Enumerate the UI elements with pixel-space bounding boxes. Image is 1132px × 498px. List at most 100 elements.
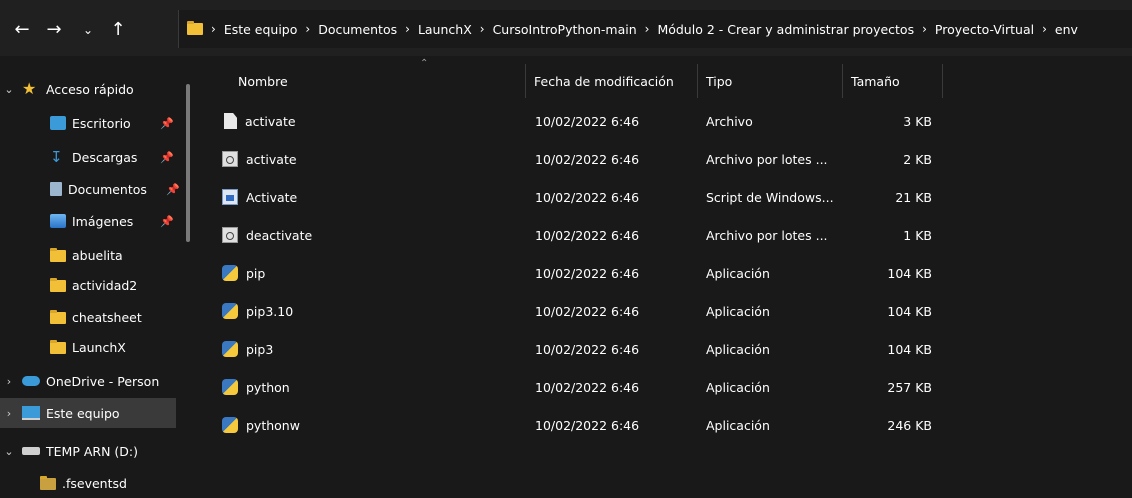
column-label: Tipo	[706, 73, 733, 89]
breadcrumb-item[interactable]: Módulo 2 - Crear y administrar proyectos	[657, 22, 914, 37]
sidebar-item-temp-arn[interactable]: ⌄ TEMP ARN (D:)	[0, 436, 186, 466]
sidebar-item-launchx[interactable]: LaunchX	[0, 332, 186, 362]
table-row[interactable]: pip3 10/02/2022 6:46 Aplicación 104 KB	[200, 330, 1132, 368]
sidebar-item-onedrive[interactable]: › OneDrive - Person	[0, 366, 186, 396]
file-name: pip3.10	[246, 303, 294, 319]
modified-cell: 10/02/2022 6:46	[535, 417, 640, 433]
modified-cell: 10/02/2022 6:46	[535, 379, 640, 395]
chevron-right-icon: ›	[305, 22, 311, 36]
folder-icon	[50, 248, 66, 262]
sidebar-item-este-equipo[interactable]: › Este equipo	[0, 398, 176, 428]
pin-icon: 📌	[166, 182, 180, 196]
sidebar-item-fseventsd[interactable]: .fseventsd	[0, 468, 186, 498]
table-row[interactable]: pythonw 10/02/2022 6:46 Aplicación 246 K…	[200, 406, 1132, 444]
file-name-cell: pip3.10	[222, 292, 293, 330]
table-row[interactable]: pip3.10 10/02/2022 6:46 Aplicación 104 K…	[200, 292, 1132, 330]
modified-cell: 10/02/2022 6:46	[535, 151, 640, 167]
column-divider[interactable]	[842, 64, 843, 98]
sidebar-item-acceso-rapido[interactable]: ⌄ ★ Acceso rápido	[0, 74, 186, 104]
folder-icon	[40, 476, 56, 490]
folder-icon	[50, 340, 66, 354]
sidebar-scrollbar[interactable]	[186, 84, 190, 242]
column-divider[interactable]	[697, 64, 698, 98]
python-app-icon	[222, 341, 238, 357]
forward-button[interactable]: →	[42, 18, 66, 42]
sidebar-item-label: Este equipo	[46, 405, 120, 421]
breadcrumb-item[interactable]: Documentos	[318, 22, 397, 37]
column-header-size[interactable]: Tamaño	[851, 64, 900, 98]
size-cell: 1 KB	[903, 227, 932, 243]
table-row[interactable]: activate 10/02/2022 6:46 Archivo por lot…	[200, 140, 1132, 178]
sidebar-item-descargas[interactable]: ↧ Descargas 📌	[0, 142, 186, 172]
file-name: activate	[245, 113, 296, 129]
column-divider[interactable]	[942, 64, 943, 98]
breadcrumb-item[interactable]: Proyecto-Virtual	[935, 22, 1034, 37]
table-row[interactable]: deactivate 10/02/2022 6:46 Archivo por l…	[200, 216, 1132, 254]
file-name-cell: Activate	[222, 178, 297, 216]
folder-icon	[187, 21, 203, 35]
table-row[interactable]: pip 10/02/2022 6:46 Aplicación 104 KB	[200, 254, 1132, 292]
sidebar-item-actividad2[interactable]: actividad2	[0, 270, 186, 300]
sidebar-item-escritorio[interactable]: Escritorio 📌	[0, 108, 186, 138]
column-label: Nombre	[238, 73, 288, 89]
python-app-icon	[222, 417, 238, 433]
sidebar-item-label: TEMP ARN (D:)	[46, 443, 138, 459]
arrow-left-icon: ←	[14, 19, 30, 40]
column-header-name[interactable]: Nombre	[238, 64, 288, 98]
pictures-icon	[50, 214, 66, 228]
column-header-type[interactable]: Tipo	[706, 64, 732, 98]
sidebar-item-cheatsheet[interactable]: cheatsheet	[0, 302, 186, 332]
python-app-icon	[222, 379, 238, 395]
file-name: Activate	[246, 189, 298, 205]
column-header-modified[interactable]: Fecha de modificación	[534, 64, 674, 98]
arrow-up-icon: ↑	[110, 19, 126, 40]
table-row[interactable]: python 10/02/2022 6:46 Aplicación 257 KB	[200, 368, 1132, 406]
recent-locations-button[interactable]: ⌄	[76, 18, 100, 42]
python-app-icon	[222, 303, 238, 319]
file-name: activate	[246, 151, 297, 167]
file-name: pythonw	[246, 417, 300, 433]
file-name-cell: python	[222, 368, 290, 406]
size-cell: 21 KB	[895, 189, 932, 205]
up-button[interactable]: ↑	[106, 18, 130, 42]
modified-cell: 10/02/2022 6:46	[535, 227, 640, 243]
chevron-right-icon: ›	[479, 22, 485, 36]
modified-cell: 10/02/2022 6:46	[535, 113, 640, 129]
sidebar-item-label: Acceso rápido	[46, 81, 134, 97]
computer-icon	[22, 406, 40, 420]
modified-cell: 10/02/2022 6:46	[535, 189, 640, 205]
table-row[interactable]: activate 10/02/2022 6:46 Archivo 3 KB	[200, 102, 1132, 140]
breadcrumb-item[interactable]: LaunchX	[418, 22, 472, 37]
file-name-cell: activate	[222, 102, 296, 140]
column-label: Fecha de modificación	[534, 73, 674, 89]
sidebar-item-imagenes[interactable]: Imágenes 📌	[0, 206, 186, 236]
pin-icon: 📌	[160, 116, 174, 130]
modified-cell: 10/02/2022 6:46	[535, 303, 640, 319]
breadcrumb-item[interactable]: CursoIntroPython-main	[493, 22, 637, 37]
type-cell: Aplicación	[706, 303, 770, 319]
size-cell: 104 KB	[887, 265, 932, 281]
table-row[interactable]: Activate 10/02/2022 6:46 Script de Windo…	[200, 178, 1132, 216]
drive-icon	[22, 447, 40, 455]
address-bar[interactable]: › Este equipo › Documentos › LaunchX › C…	[178, 10, 1132, 48]
star-icon: ★	[22, 79, 37, 98]
sidebar-item-label: OneDrive - Person	[46, 373, 160, 389]
folder-icon	[50, 310, 66, 324]
sidebar-item-abuelita[interactable]: abuelita	[0, 240, 186, 270]
sidebar-item-label: abuelita	[72, 247, 123, 263]
chevron-right-icon: ›	[211, 22, 216, 36]
type-cell: Aplicación	[706, 417, 770, 433]
back-button[interactable]: ←	[10, 18, 34, 42]
sidebar-item-documentos[interactable]: Documentos 📌	[0, 174, 186, 204]
toolbar: ← → ⌄ ↑ › Este equipo › Documentos › Lau…	[0, 0, 1132, 56]
breadcrumb-item[interactable]: Este equipo	[224, 22, 298, 37]
chevron-right-icon: ›	[1042, 22, 1047, 36]
sidebar-item-label: cheatsheet	[72, 309, 142, 325]
folder-icon	[50, 278, 66, 292]
column-divider[interactable]	[525, 64, 526, 98]
breadcrumb-item[interactable]: env	[1055, 22, 1078, 37]
batch-file-icon	[222, 151, 238, 167]
file-name: pip3	[246, 341, 274, 357]
column-label: Tamaño	[851, 73, 900, 89]
type-cell: Archivo	[706, 113, 753, 129]
